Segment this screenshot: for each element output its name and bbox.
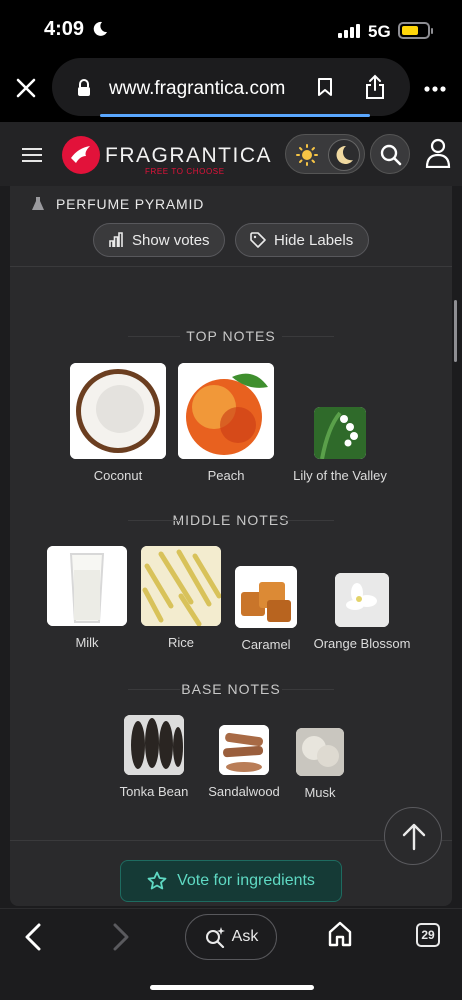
vote-for-ingredients-button[interactable]: Vote for ingredients [120, 860, 342, 902]
peach-image [178, 363, 274, 459]
url-text[interactable]: www.fragrantica.com [109, 78, 285, 100]
note-rice[interactable]: Rice [139, 546, 223, 650]
musk-image [296, 728, 344, 776]
bookmark-icon[interactable] [317, 77, 333, 97]
sparkle-search-icon [205, 927, 225, 948]
middle-notes-heading: MIDDLE NOTES [10, 512, 452, 528]
arrow-up-icon [402, 823, 426, 851]
caramel-image [235, 566, 297, 628]
site-header: FRAGRANTICA FREE TO CHOOSE [0, 122, 462, 186]
note-label: Lily of the Valley [293, 468, 387, 483]
status-bar: 4:09 5G [0, 0, 462, 58]
note-tonka-bean[interactable]: Tonka Bean [114, 715, 194, 799]
show-votes-label: Show votes [132, 231, 210, 249]
ask-button[interactable]: Ask [185, 914, 277, 960]
star-icon [147, 871, 167, 890]
brand-name[interactable]: FRAGRANTICA [105, 144, 272, 168]
note-peach[interactable]: Peach [176, 363, 276, 483]
page-load-progress [100, 114, 370, 117]
network-type: 5G [368, 22, 391, 41]
note-sandalwood[interactable]: Sandalwood [200, 725, 288, 799]
site-search-button[interactable] [370, 134, 410, 174]
note-lily-of-the-valley[interactable]: Lily of the Valley [286, 407, 394, 483]
note-label: Tonka Bean [119, 784, 189, 799]
note-musk[interactable]: Musk [292, 728, 348, 800]
user-account-icon[interactable] [425, 138, 451, 168]
tab-count-button[interactable]: 29 [416, 923, 440, 947]
vote-for-ingredients-label: Vote for ingredients [177, 872, 315, 889]
note-label: Musk [304, 785, 336, 800]
tonka-bean-image [124, 715, 184, 775]
sandalwood-image [219, 725, 269, 775]
hide-labels-button[interactable]: Hide Labels [235, 223, 369, 257]
brand-tagline: FREE TO CHOOSE [145, 167, 225, 176]
forward-arrow-icon[interactable] [112, 923, 130, 951]
orange-blossom-image [335, 573, 389, 627]
pyramid-title: PERFUME PYRAMID [56, 196, 205, 212]
more-options-icon[interactable] [424, 86, 446, 92]
lock-icon [78, 79, 90, 96]
hide-labels-label: Hide Labels [274, 231, 354, 249]
theme-toggle[interactable] [285, 134, 365, 174]
base-notes-heading: BASE NOTES [10, 681, 452, 697]
ask-label: Ask [231, 928, 259, 945]
note-milk[interactable]: Milk [45, 546, 129, 650]
battery-icon [398, 22, 433, 39]
back-arrow-icon[interactable] [24, 923, 42, 951]
pyramid-flask-icon [32, 197, 44, 210]
scroll-to-top-button[interactable] [384, 807, 442, 865]
note-orange-blossom[interactable]: Orange Blossom [306, 573, 418, 651]
note-label: Rice [167, 635, 194, 650]
tag-icon [250, 232, 266, 248]
perfume-pyramid-card: PERFUME PYRAMID Show votes Hide Labels T… [10, 186, 452, 906]
sun-icon [296, 144, 318, 166]
show-votes-button[interactable]: Show votes [93, 223, 225, 257]
note-label: Milk [75, 635, 99, 650]
home-icon[interactable] [328, 921, 352, 947]
note-label: Peach [207, 468, 245, 483]
tab-count: 29 [421, 928, 435, 942]
page-scrollbar[interactable] [454, 300, 457, 362]
milk-image [47, 546, 127, 626]
browser-url-row: www.fragrantica.com [0, 58, 462, 122]
note-caramel[interactable]: Caramel [232, 566, 300, 652]
section-divider [10, 266, 452, 267]
bar-chart-icon [109, 232, 123, 247]
share-icon[interactable] [364, 74, 386, 100]
note-label: Caramel [241, 637, 291, 652]
lily-of-the-valley-image [314, 407, 366, 459]
signal-strength-icon [338, 24, 360, 38]
dark-mode-moon-icon[interactable] [328, 139, 360, 171]
top-notes-heading: TOP NOTES [10, 328, 452, 344]
status-time: 4:09 [44, 18, 85, 40]
address-bar[interactable]: www.fragrantica.com [52, 58, 410, 117]
do-not-disturb-moon-icon [93, 21, 107, 36]
note-coconut[interactable]: Coconut [68, 363, 168, 483]
fragrantica-logo-icon[interactable] [62, 136, 100, 174]
note-label: Coconut [93, 468, 143, 483]
note-label: Orange Blossom [313, 636, 411, 651]
home-indicator [150, 985, 314, 990]
rice-image [141, 546, 221, 626]
hamburger-menu-icon[interactable] [22, 148, 42, 162]
browser-toolbar: Ask 29 [0, 908, 462, 1000]
coconut-image [70, 363, 166, 459]
close-icon[interactable] [14, 76, 38, 100]
search-icon [380, 144, 402, 166]
note-label: Sandalwood [208, 784, 280, 799]
